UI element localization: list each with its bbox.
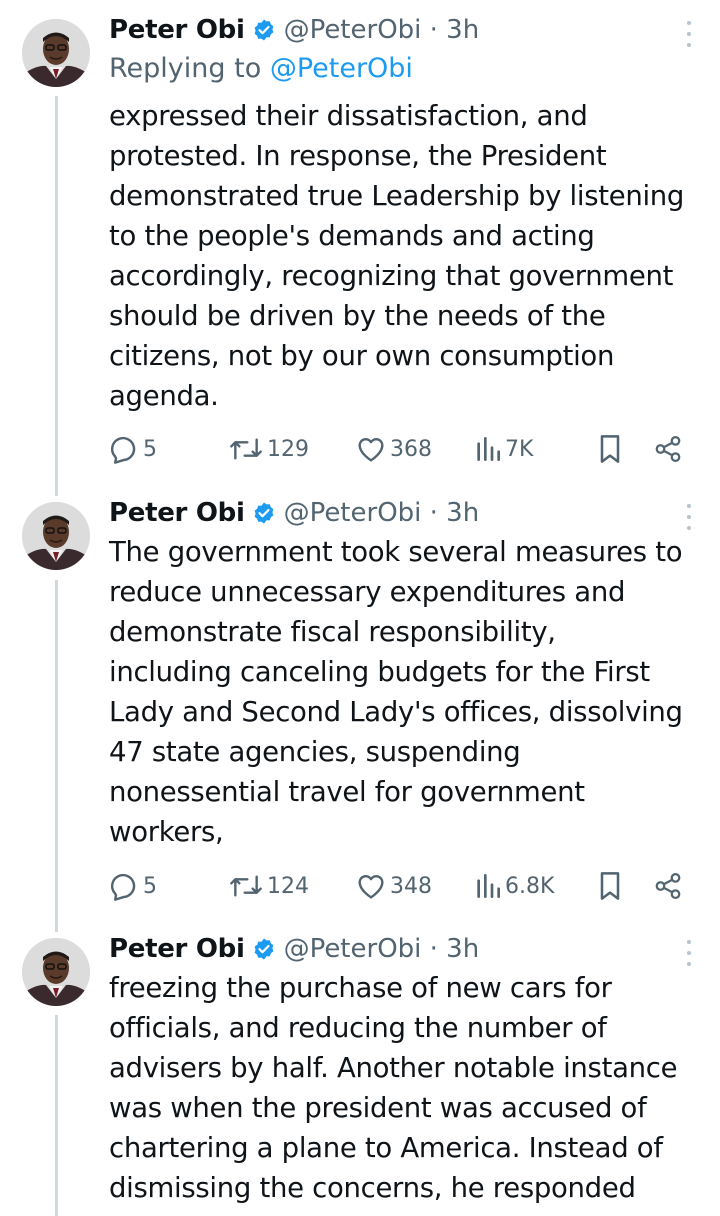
tweet-text-line: Lady and Second Lady's offices, dissolvi… xyxy=(109,696,683,728)
retweet-icon xyxy=(230,438,262,460)
reply-button[interactable]: 5 xyxy=(108,869,157,903)
tweet-text-line: nonessential travel for government xyxy=(109,776,585,808)
heart-icon xyxy=(358,874,384,899)
tweet-text-line: demonstrated true Leadership by listenin… xyxy=(109,180,685,212)
reply-count: 5 xyxy=(143,436,157,462)
heart-icon xyxy=(358,437,384,462)
author-name[interactable]: Peter Obi xyxy=(109,934,245,964)
views-button[interactable]: 6.8K xyxy=(474,869,554,903)
tweet-text-line: was when the president was accused of xyxy=(109,1092,647,1124)
verified-badge-icon xyxy=(254,938,273,960)
tweet-text-line: The government took several measures to xyxy=(109,536,683,568)
share-button[interactable] xyxy=(653,869,683,903)
share-icon xyxy=(655,436,681,462)
author-handle-timestamp[interactable]: @PeterObi · 3h xyxy=(284,934,480,964)
tweet-header: Peter Obi @PeterObi · 3h xyxy=(109,495,479,531)
author-name[interactable]: Peter Obi xyxy=(109,498,245,528)
tweet-text-line: protested. In response, the President xyxy=(109,140,607,172)
like-button[interactable]: 348 xyxy=(355,869,432,903)
reply-icon xyxy=(110,436,136,464)
bookmark-button[interactable] xyxy=(596,432,624,466)
tweet-text-line: agenda. xyxy=(109,380,219,412)
reply-icon xyxy=(110,873,136,901)
more-options-icon[interactable] xyxy=(684,504,694,530)
reply-count: 5 xyxy=(143,873,157,899)
like-button[interactable]: 368 xyxy=(355,432,432,466)
retweet-count: 129 xyxy=(267,436,309,462)
share-icon xyxy=(655,873,681,899)
tweet-text-line: dismissing the concerns, he responded xyxy=(109,1172,636,1204)
author-name[interactable]: Peter Obi xyxy=(109,15,245,45)
like-count: 368 xyxy=(390,436,432,462)
tweet[interactable]: Peter Obi @PeterObi · 3h freezing the pu… xyxy=(0,926,720,1216)
tweet-header: Peter Obi @PeterObi · 3h xyxy=(109,931,479,967)
tweet-text-line: workers, xyxy=(109,816,224,848)
tweet-text-line: expressed their dissatisfaction, and xyxy=(109,100,588,132)
tweet-text: expressed their dissatisfaction, and pro… xyxy=(109,96,709,416)
tweet-text-line: chartering a plane to America. Instead o… xyxy=(109,1132,663,1164)
tweet-text-line: reduce unnecessary expenditures and xyxy=(109,576,626,608)
bookmark-icon xyxy=(600,435,620,463)
replying-to-link[interactable]: @PeterObi xyxy=(270,53,413,84)
author-handle-timestamp[interactable]: @PeterObi · 3h xyxy=(284,15,480,45)
tweet[interactable]: Peter Obi @PeterObi · 3h The government … xyxy=(0,490,720,920)
retweet-icon xyxy=(230,875,262,897)
verified-badge-icon xyxy=(254,502,273,524)
avatar[interactable] xyxy=(22,502,90,570)
views-icon xyxy=(477,874,500,898)
tweet-text-line: to the people's demands and acting xyxy=(109,220,595,252)
tweet-text-line: citizens, not by our own consumption xyxy=(109,340,615,372)
tweet[interactable]: Peter Obi @PeterObi · 3h Replying to @Pe… xyxy=(0,0,720,490)
tweet-text: freezing the purchase of new cars for of… xyxy=(109,968,709,1208)
tweet-text-line: including canceling budgets for the Firs… xyxy=(109,656,650,688)
reply-button[interactable]: 5 xyxy=(108,432,157,466)
replying-to: Replying to @PeterObi xyxy=(109,53,413,84)
tweet-text-line: freezing the purchase of new cars for xyxy=(109,972,612,1004)
views-icon xyxy=(477,437,500,461)
share-button[interactable] xyxy=(653,432,683,466)
avatar[interactable] xyxy=(22,19,90,87)
tweet-actions: 5 129 368 7K xyxy=(108,432,688,466)
tweet-text: The government took several measures to … xyxy=(109,532,709,852)
retweet-button[interactable]: 124 xyxy=(228,869,309,903)
bookmark-button[interactable] xyxy=(596,869,624,903)
avatar[interactable] xyxy=(22,938,90,1006)
tweet-header: Peter Obi @PeterObi · 3h xyxy=(109,12,479,48)
tweet-actions: 5 124 348 6.8K xyxy=(108,869,688,903)
more-options-icon[interactable] xyxy=(684,940,694,966)
tweet-text-line: should be driven by the needs of the xyxy=(109,300,606,332)
replying-to-label: Replying to xyxy=(109,53,262,84)
author-handle-timestamp[interactable]: @PeterObi · 3h xyxy=(284,498,480,528)
verified-badge-icon xyxy=(254,19,273,41)
tweet-text-line: advisers by half. Another notable instan… xyxy=(109,1052,678,1084)
bookmark-icon xyxy=(600,872,620,900)
tweet-text-line: accordingly, recognizing that government xyxy=(109,260,674,292)
retweet-button[interactable]: 129 xyxy=(228,432,309,466)
more-options-icon[interactable] xyxy=(684,21,694,47)
views-button[interactable]: 7K xyxy=(474,432,533,466)
tweet-text-line: demonstrate fiscal responsibility, xyxy=(109,616,556,648)
views-count: 7K xyxy=(505,436,534,462)
like-count: 348 xyxy=(390,873,432,899)
tweet-text-line: 47 state agencies, suspending xyxy=(109,736,521,768)
views-count: 6.8K xyxy=(505,873,555,899)
retweet-count: 124 xyxy=(267,873,309,899)
tweet-text-line: officials, and reducing the number of xyxy=(109,1012,607,1044)
